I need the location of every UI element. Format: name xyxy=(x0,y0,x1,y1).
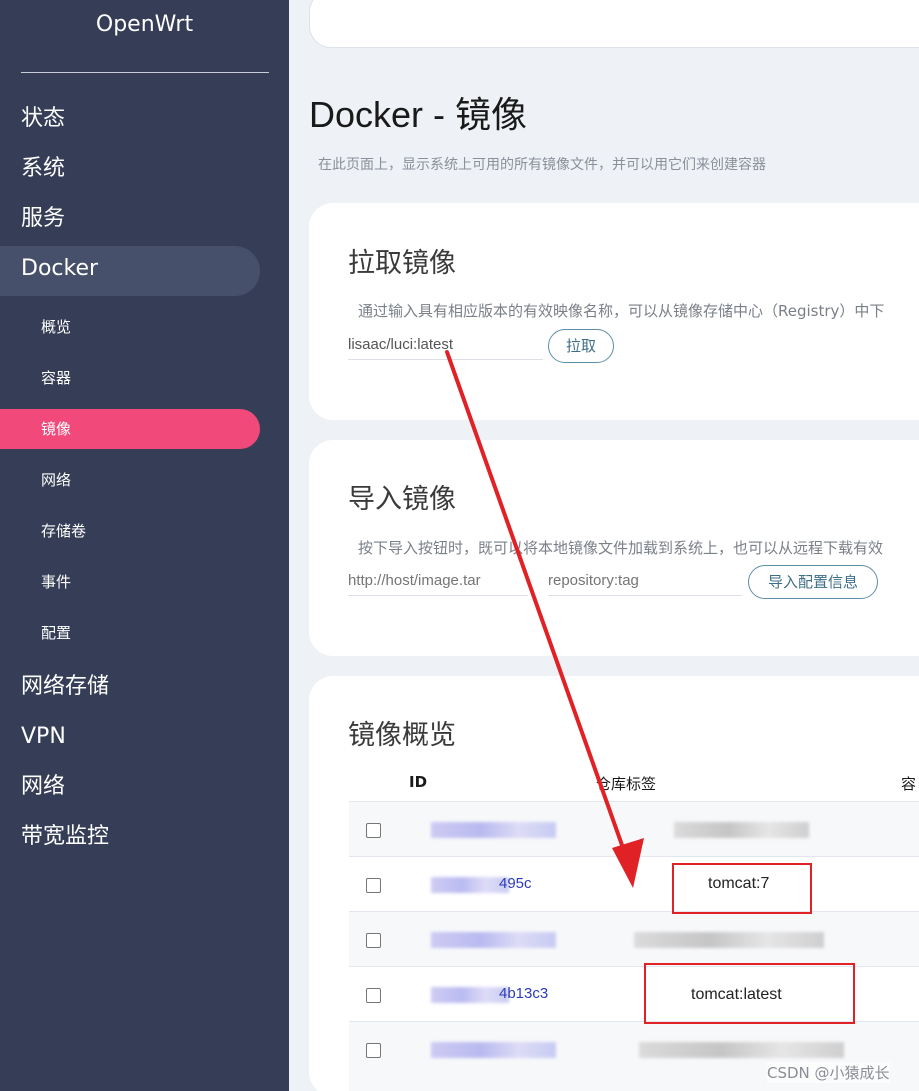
sidebar-subitem-containers[interactable]: 容器 xyxy=(0,358,289,398)
import-image-card: 导入镜像 按下导入按钮时，既可以将本地镜像文件加载到系统上，也可以从远程下载有效… xyxy=(309,440,919,656)
image-id-link[interactable]: 4b13c3 xyxy=(499,985,548,1002)
column-header-id[interactable]: ID xyxy=(409,773,427,791)
sidebar-item-network[interactable]: 网络 xyxy=(0,764,289,814)
image-id-link[interactable]: 495c xyxy=(499,875,532,892)
sidebar-subitem-networks[interactable]: 网络 xyxy=(0,460,289,500)
repo-tag-redacted xyxy=(639,1042,844,1058)
sidebar-subitem-volumes[interactable]: 存储卷 xyxy=(0,511,289,551)
pull-image-description: 通过输入具有相应版本的有效映像名称，可以从镜像存储中心（Registry）中下 xyxy=(358,302,885,320)
import-button[interactable]: 导入配置信息 xyxy=(748,565,878,599)
import-image-description: 按下导入按钮时，既可以将本地镜像文件加载到系统上，也可以从远程下载有效 xyxy=(358,539,884,557)
import-repository-input[interactable] xyxy=(548,566,742,596)
sidebar-item-bandwidth[interactable]: 带宽监控 xyxy=(0,814,289,864)
sidebar-item-nas[interactable]: 网络存储 xyxy=(0,664,289,714)
image-id-redacted xyxy=(431,822,556,838)
column-header-containers[interactable]: 容 xyxy=(901,773,916,794)
highlight-box-tomcat-7 xyxy=(672,863,812,914)
table-row xyxy=(349,801,919,856)
image-id-redacted xyxy=(431,877,509,893)
image-id-redacted xyxy=(431,1042,556,1058)
brand-logo[interactable]: OpenWrt xyxy=(0,12,289,37)
pull-button[interactable]: 拉取 xyxy=(548,329,614,363)
row-checkbox[interactable] xyxy=(366,1043,381,1058)
import-url-input[interactable] xyxy=(348,566,528,596)
repo-tag-redacted xyxy=(634,932,824,948)
sidebar-item-services[interactable]: 服务 xyxy=(0,196,289,246)
page-description: 在此页面上，显示系统上可用的所有镜像文件，并可以用它们来创建容器 xyxy=(318,157,766,173)
row-checkbox[interactable] xyxy=(366,823,381,838)
pull-image-card: 拉取镜像 通过输入具有相应版本的有效映像名称，可以从镜像存储中心（Registr… xyxy=(309,203,919,420)
page-title: Docker - 镜像 xyxy=(309,94,528,135)
table-row: 495c tomcat:7 xyxy=(349,856,919,911)
sidebar-item-status[interactable]: 状态 xyxy=(0,96,289,146)
pull-image-input[interactable] xyxy=(348,330,543,360)
highlight-box-tomcat-latest xyxy=(644,963,855,1024)
sidebar-nav: 状态 系统 服务 Docker 概览 容器 镜像 网络 存储卷 事件 配置 网络… xyxy=(0,96,289,864)
column-header-repo-tags[interactable]: 仓库标签 xyxy=(596,773,656,794)
image-id-redacted xyxy=(431,987,509,1003)
sidebar: OpenWrt 状态 系统 服务 Docker 概览 容器 镜像 网络 存储卷 … xyxy=(0,0,289,1091)
watermark: CSDN @小猿成长 xyxy=(767,1062,890,1083)
sidebar-item-docker[interactable]: Docker xyxy=(0,246,260,296)
images-overview-title: 镜像概览 xyxy=(348,720,456,751)
sidebar-item-system[interactable]: 系统 xyxy=(0,146,289,196)
import-image-title: 导入镜像 xyxy=(348,484,456,515)
sidebar-item-vpn[interactable]: VPN xyxy=(0,714,289,764)
row-checkbox[interactable] xyxy=(366,878,381,893)
row-checkbox[interactable] xyxy=(366,988,381,1003)
sidebar-subitem-config[interactable]: 配置 xyxy=(0,613,289,653)
pull-image-title: 拉取镜像 xyxy=(348,248,456,279)
sidebar-subitem-images[interactable]: 镜像 xyxy=(0,409,260,449)
image-id-redacted xyxy=(431,932,556,948)
table-row xyxy=(349,911,919,966)
top-card xyxy=(309,0,919,48)
sidebar-subitem-overview[interactable]: 概览 xyxy=(0,307,289,347)
brand-divider xyxy=(21,72,269,73)
repo-tag-redacted xyxy=(674,822,809,838)
row-checkbox[interactable] xyxy=(366,933,381,948)
sidebar-subitem-events[interactable]: 事件 xyxy=(0,562,289,602)
